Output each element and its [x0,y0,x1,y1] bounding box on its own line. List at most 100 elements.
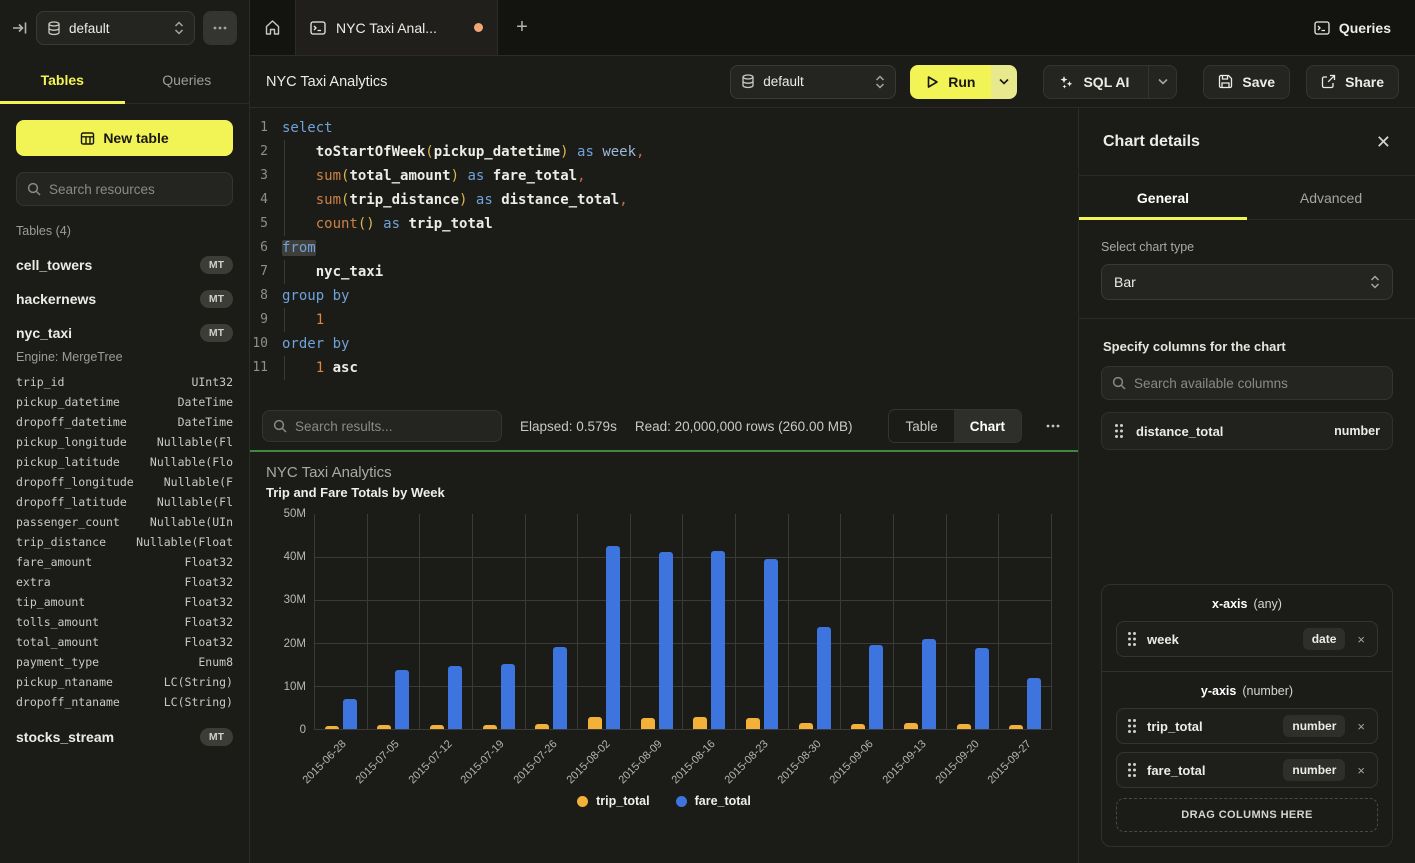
y-axis-section: y-axis(number) trip_totalnumber×fare_tot… [1102,671,1392,846]
line-number: 7 [250,260,280,284]
query-tab-nyc-taxi[interactable]: NYC Taxi Anal... [296,0,498,55]
column-row: trip_idUInt32 [16,372,233,392]
column-row: pickup_ntanameLC(String) [16,672,233,692]
save-icon [1218,74,1233,89]
axes-card: x-axis(any) weekdate× y-axis(number) tri… [1101,584,1393,847]
remove-column-icon[interactable]: × [1355,763,1367,778]
chart-details-title: Chart details [1103,133,1200,151]
axis-column-week[interactable]: weekdate× [1116,621,1378,657]
bar-trip_total [483,725,497,729]
x-tick: 2015-09-27 [999,730,1052,792]
toggle-chart-view[interactable]: Chart [954,410,1021,442]
sidebar-more-button[interactable] [203,11,237,45]
rows-read-stats: Read: 20,000,000 rows (260.00 MB) [635,419,853,434]
tab-tables[interactable]: Tables [0,56,125,103]
share-button[interactable]: Share [1306,65,1399,99]
column-type: Nullable(Flo [150,452,233,472]
new-tab-button[interactable]: + [498,0,546,55]
chart-category [526,514,579,729]
bar-fare_total [448,666,462,729]
chart-category [315,514,368,729]
run-options-button[interactable] [991,65,1017,99]
columns-search-input[interactable] [1134,376,1382,391]
remove-column-icon[interactable]: × [1355,632,1367,647]
chart-details-body: Select chart type Bar Specify columns fo… [1079,220,1415,863]
drag-handle-icon[interactable] [1127,762,1137,778]
x-axis-header: x-axis(any) [1116,597,1378,611]
chart-category [631,514,684,729]
chart-panel: NYC Taxi Analytics Trip and Fare Totals … [250,450,1078,863]
code-line: 2 toStartOfWeek(pickup_datetime) as week… [250,140,1078,164]
code-text: sum(total_amount) as fare_total, [280,164,586,188]
column-type: Nullable(Fl [157,432,233,452]
code-line: 10order by [250,332,1078,356]
tables-count-label: Tables (4) [16,224,233,238]
sidebar-search [16,172,233,206]
results-view-toggle: Table Chart [888,409,1022,443]
run-button[interactable]: Run [910,65,991,99]
terminal-icon [310,21,326,35]
sidebar-database-select[interactable]: default [36,11,195,45]
tab-advanced[interactable]: Advanced [1247,176,1415,219]
column-type: Nullable(F [164,472,233,492]
remove-column-icon[interactable]: × [1355,719,1367,734]
table-row-hackernews[interactable]: hackernewsMT [16,282,233,316]
legend-item-fare_total[interactable]: fare_total [676,794,751,808]
line-number: 8 [250,284,280,308]
toolbar-database-select[interactable]: default [730,65,896,99]
sql-ai-button[interactable]: SQL AI [1043,65,1177,99]
column-row: tip_amountFloat32 [16,592,233,612]
home-button[interactable] [250,0,296,55]
tab-general[interactable]: General [1079,176,1247,219]
bar-trip_total [1009,725,1023,729]
query-title: NYC Taxi Analytics [266,74,720,90]
chart-type-value: Bar [1114,274,1136,290]
table-icon [80,131,95,146]
available-columns-list: distance_totalnumber [1101,412,1393,450]
column-row: total_amountFloat32 [16,632,233,652]
drag-handle-icon[interactable] [1127,718,1137,734]
column-row: dropoff_datetimeDateTime [16,412,233,432]
tabstrip-spacer [546,0,1290,55]
close-icon[interactable]: ✕ [1376,133,1391,151]
sql-ai-options-button[interactable] [1148,66,1176,98]
column-row: passenger_countNullable(UIn [16,512,233,532]
chart-type-select[interactable]: Bar [1101,264,1393,300]
collapse-sidebar-icon[interactable] [12,20,28,36]
available-column-distance_total[interactable]: distance_totalnumber [1101,412,1393,450]
code-text: 1 [280,308,324,332]
tables-list: cell_towersMThackernewsMTnyc_taxiMTEngin… [16,248,233,754]
specify-columns-label: Specify columns for the chart [1103,339,1393,354]
bar-fare_total [395,670,409,729]
tab-queries[interactable]: Queries [125,56,250,103]
results-search-input[interactable] [295,419,491,434]
new-table-button[interactable]: New table [16,120,233,156]
panel-spacer [1101,450,1393,584]
sidebar-search-input[interactable] [49,182,222,197]
table-row-stocks_stream[interactable]: stocks_streamMT [16,720,233,754]
save-button-label: Save [1242,74,1275,90]
line-number: 4 [250,188,280,212]
drag-handle-icon[interactable] [1114,423,1124,439]
axis-column-trip_total[interactable]: trip_totalnumber× [1116,708,1378,744]
drag-handle-icon[interactable] [1127,631,1137,647]
toggle-table-view[interactable]: Table [889,410,953,442]
drop-zone[interactable]: DRAG COLUMNS HERE [1116,798,1378,832]
save-button[interactable]: Save [1203,65,1290,99]
queries-button[interactable]: Queries [1290,0,1415,55]
column-name: dropoff_datetime [16,412,127,432]
table-row-nyc_taxi[interactable]: nyc_taxiMT [16,316,233,350]
legend-item-trip_total[interactable]: trip_total [577,794,649,808]
chevron-updown-icon [174,21,184,35]
column-row: fare_amountFloat32 [16,552,233,572]
axis-column-fare_total[interactable]: fare_totalnumber× [1116,752,1378,788]
bar-fare_total [659,552,673,729]
column-row: dropoff_latitudeNullable(Fl [16,492,233,512]
results-more-button[interactable] [1040,424,1066,428]
table-row-cell_towers[interactable]: cell_towersMT [16,248,233,282]
line-number: 2 [250,140,280,164]
table-name: hackernews [16,291,96,307]
sql-editor[interactable]: 1select2 toStartOfWeek(pickup_datetime) … [250,108,1078,402]
y-tick-label: 20M [284,638,306,650]
workarea: 1select2 toStartOfWeek(pickup_datetime) … [250,108,1415,863]
